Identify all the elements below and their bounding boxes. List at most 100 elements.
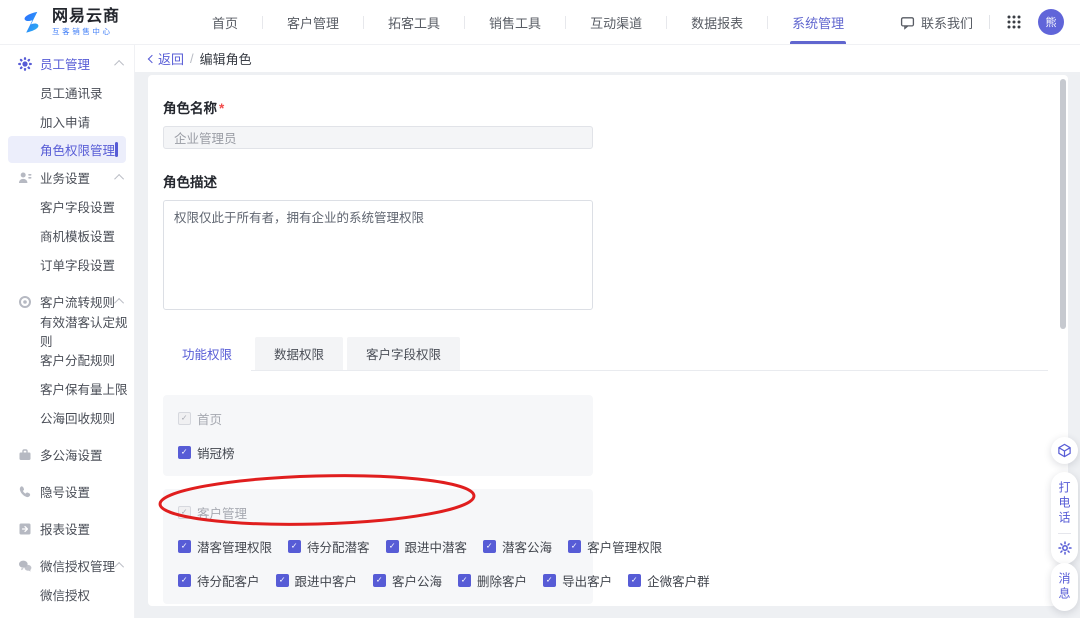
back-link[interactable]: 返回 xyxy=(147,49,184,68)
person-icon xyxy=(18,171,32,185)
main-nav: 首页 客户管理 拓客工具 销售工具 互动渠道 数据报表 系统管理 xyxy=(188,0,868,44)
messages-widget[interactable]: 消息 xyxy=(1051,563,1078,611)
nav-item-sales-tools[interactable]: 销售工具 xyxy=(465,0,565,44)
nav-item-customers[interactable]: 客户管理 xyxy=(263,0,363,44)
messages-label: 消息 xyxy=(1057,572,1071,602)
active-nav-underline xyxy=(790,41,847,44)
sidebar-item-employee-directory[interactable]: 员工通讯录 xyxy=(0,78,134,107)
logo-title: 网易云商 xyxy=(52,8,121,26)
top-bar: 网易云商 互客销售中心 首页 客户管理 拓客工具 销售工具 互动渠道 数据报表 … xyxy=(0,0,1080,45)
role-desc-label: 角色描述 xyxy=(163,175,217,190)
checkbox-checked-icon xyxy=(628,574,642,587)
gear-icon xyxy=(18,56,32,71)
checkbox-checked-icon xyxy=(458,574,472,587)
breadcrumb: 返回 / 编辑角色 xyxy=(135,45,1080,72)
logo-subtitle: 互客销售中心 xyxy=(52,26,113,36)
checkbox-following-leads[interactable]: 跟进中潜客 xyxy=(385,537,467,556)
sidebar-section-business-settings[interactable]: 业务设置 xyxy=(0,163,134,192)
chevron-up-icon xyxy=(114,297,125,308)
tab-data-permissions[interactable]: 数据权限 xyxy=(255,337,344,370)
checkbox-checked-disabled-icon xyxy=(178,506,191,519)
checkbox-checked-icon xyxy=(568,540,582,553)
cube-icon xyxy=(1057,443,1072,458)
sidebar-item-wechat-pay-config[interactable]: 微信支付配置 xyxy=(0,609,134,618)
sidebar-item-valid-lead-rules[interactable]: 有效潜客认定规则 xyxy=(0,316,134,349)
active-indicator-bar xyxy=(115,142,118,157)
checkbox-customer-pool[interactable]: 客户公海 xyxy=(373,571,442,590)
checkbox-checked-icon xyxy=(543,574,557,587)
nav-item-reports[interactable]: 数据报表 xyxy=(667,0,767,44)
checkbox-sales-leaderboard[interactable]: 销冠榜 xyxy=(178,443,235,462)
checkbox-lead-pool[interactable]: 潜客公海 xyxy=(483,537,552,556)
chevron-up-icon xyxy=(114,173,125,184)
checkbox-wecom-customer-groups[interactable]: 企微客户群 xyxy=(628,571,710,590)
logo-swoosh-icon xyxy=(18,9,45,36)
scrollbar-thumb[interactable] xyxy=(1060,79,1066,329)
permission-group-home: 首页 销冠榜 xyxy=(163,395,593,476)
nav-item-home[interactable]: 首页 xyxy=(188,0,262,44)
sidebar-item-opportunity-templates[interactable]: 商机模板设置 xyxy=(0,221,134,250)
checkbox-delete-customers[interactable]: 删除客户 xyxy=(458,571,527,590)
role-name-label: 角色名称 * xyxy=(163,101,225,116)
checkbox-home: 首页 xyxy=(178,409,222,428)
page-title: 编辑角色 xyxy=(199,52,252,67)
chevron-up-icon xyxy=(114,59,125,70)
checkbox-checked-icon xyxy=(178,446,191,459)
checkbox-export-customers[interactable]: 导出客户 xyxy=(543,571,612,590)
main-content: 返回 / 编辑角色 角色名称* 角色描述 权限仅此于所有者，拥有企业的系统管理权… xyxy=(135,45,1080,618)
call-settings-gear-icon[interactable] xyxy=(1057,541,1072,555)
checkbox-lead-mgmt-permission[interactable]: 潜客管理权限 xyxy=(178,537,272,556)
required-asterisk: * xyxy=(219,101,225,116)
nav-item-system[interactable]: 系统管理 xyxy=(768,0,868,44)
edit-role-card: 角色名称* 角色描述 权限仅此于所有者，拥有企业的系统管理权限 功能权限 数据权… xyxy=(148,75,1068,606)
wechat-icon xyxy=(18,559,32,573)
checkbox-following-customers[interactable]: 跟进中客户 xyxy=(275,571,357,590)
circle-icon xyxy=(18,295,32,309)
sidebar-item-customer-assignment-rules[interactable]: 客户分配规则 xyxy=(0,345,134,374)
sidebar-item-customer-holding-limit[interactable]: 客户保有量上限 xyxy=(0,374,134,403)
sidebar-item-role-permissions[interactable]: 角色权限管理 xyxy=(8,136,126,163)
role-desc-textarea[interactable]: 权限仅此于所有者，拥有企业的系统管理权限 xyxy=(163,200,593,310)
checkbox-checked-icon xyxy=(178,574,191,587)
sidebar-item-join-requests[interactable]: 加入申请 xyxy=(0,107,134,136)
user-avatar[interactable]: 熊 xyxy=(1038,9,1064,35)
make-call-label: 打电话 xyxy=(1057,481,1071,526)
app-logo[interactable]: 网易云商 互客销售中心 xyxy=(0,8,160,36)
sidebar-item-customer-fields[interactable]: 客户字段设置 xyxy=(0,192,134,221)
nav-item-channels[interactable]: 互动渠道 xyxy=(566,0,666,44)
checkbox-checked-disabled-icon xyxy=(178,412,191,425)
checkbox-checked-icon xyxy=(373,574,387,587)
tab-function-permissions[interactable]: 功能权限 xyxy=(163,337,252,371)
sidebar-item-order-fields[interactable]: 订单字段设置 xyxy=(0,250,134,279)
chevron-up-icon xyxy=(114,561,125,572)
sidebar-section-number-masking[interactable]: 隐号设置 xyxy=(0,477,134,506)
sidebar-section-wechat-auth-mgmt[interactable]: 微信授权管理 xyxy=(0,551,134,580)
chat-bubble-icon xyxy=(900,15,915,30)
checkbox-checked-icon xyxy=(178,540,191,553)
sidebar: 员工管理 员工通讯录 加入申请 角色权限管理 业务设置 客户字段设置 商机模板设… xyxy=(0,45,135,618)
app-grid-icon[interactable] xyxy=(1006,14,1022,30)
nav-item-leadgen-tools[interactable]: 拓客工具 xyxy=(364,0,464,44)
sidebar-section-multi-pool-settings[interactable]: 多公海设置 xyxy=(0,440,134,469)
sidebar-section-employee-mgmt[interactable]: 员工管理 xyxy=(0,49,134,78)
sidebar-item-pool-recycle-rules[interactable]: 公海回收规则 xyxy=(0,403,134,432)
checkbox-unassigned-leads[interactable]: 待分配潜客 xyxy=(288,537,370,556)
role-name-input xyxy=(163,126,593,149)
briefcase-icon xyxy=(18,448,32,462)
widget-cube-button[interactable] xyxy=(1051,437,1078,464)
contact-us-button[interactable]: 联系我们 xyxy=(900,13,973,32)
tab-customer-field-permissions[interactable]: 客户字段权限 xyxy=(347,337,461,370)
sidebar-section-report-settings[interactable]: 报表设置 xyxy=(0,514,134,543)
make-call-widget[interactable]: 打电话 xyxy=(1051,472,1078,564)
checkbox-unassigned-customers[interactable]: 待分配客户 xyxy=(178,571,260,590)
checkbox-customer-mgmt-permission[interactable]: 客户管理权限 xyxy=(568,537,662,556)
checkbox-checked-icon xyxy=(275,574,289,587)
sidebar-item-wechat-auth[interactable]: 微信授权 xyxy=(0,580,134,609)
checkbox-customer-mgmt: 客户管理 xyxy=(178,503,247,522)
phone-icon xyxy=(18,485,32,499)
chevron-left-icon xyxy=(147,54,157,63)
pill-divider xyxy=(1058,533,1071,534)
permission-group-customer-mgmt: 客户管理 潜客管理权限 待分配潜客 跟进中潜客 潜客公海 xyxy=(163,489,710,604)
checkbox-checked-icon xyxy=(483,540,497,553)
permission-tabs: 功能权限 数据权限 客户字段权限 xyxy=(163,337,1048,371)
